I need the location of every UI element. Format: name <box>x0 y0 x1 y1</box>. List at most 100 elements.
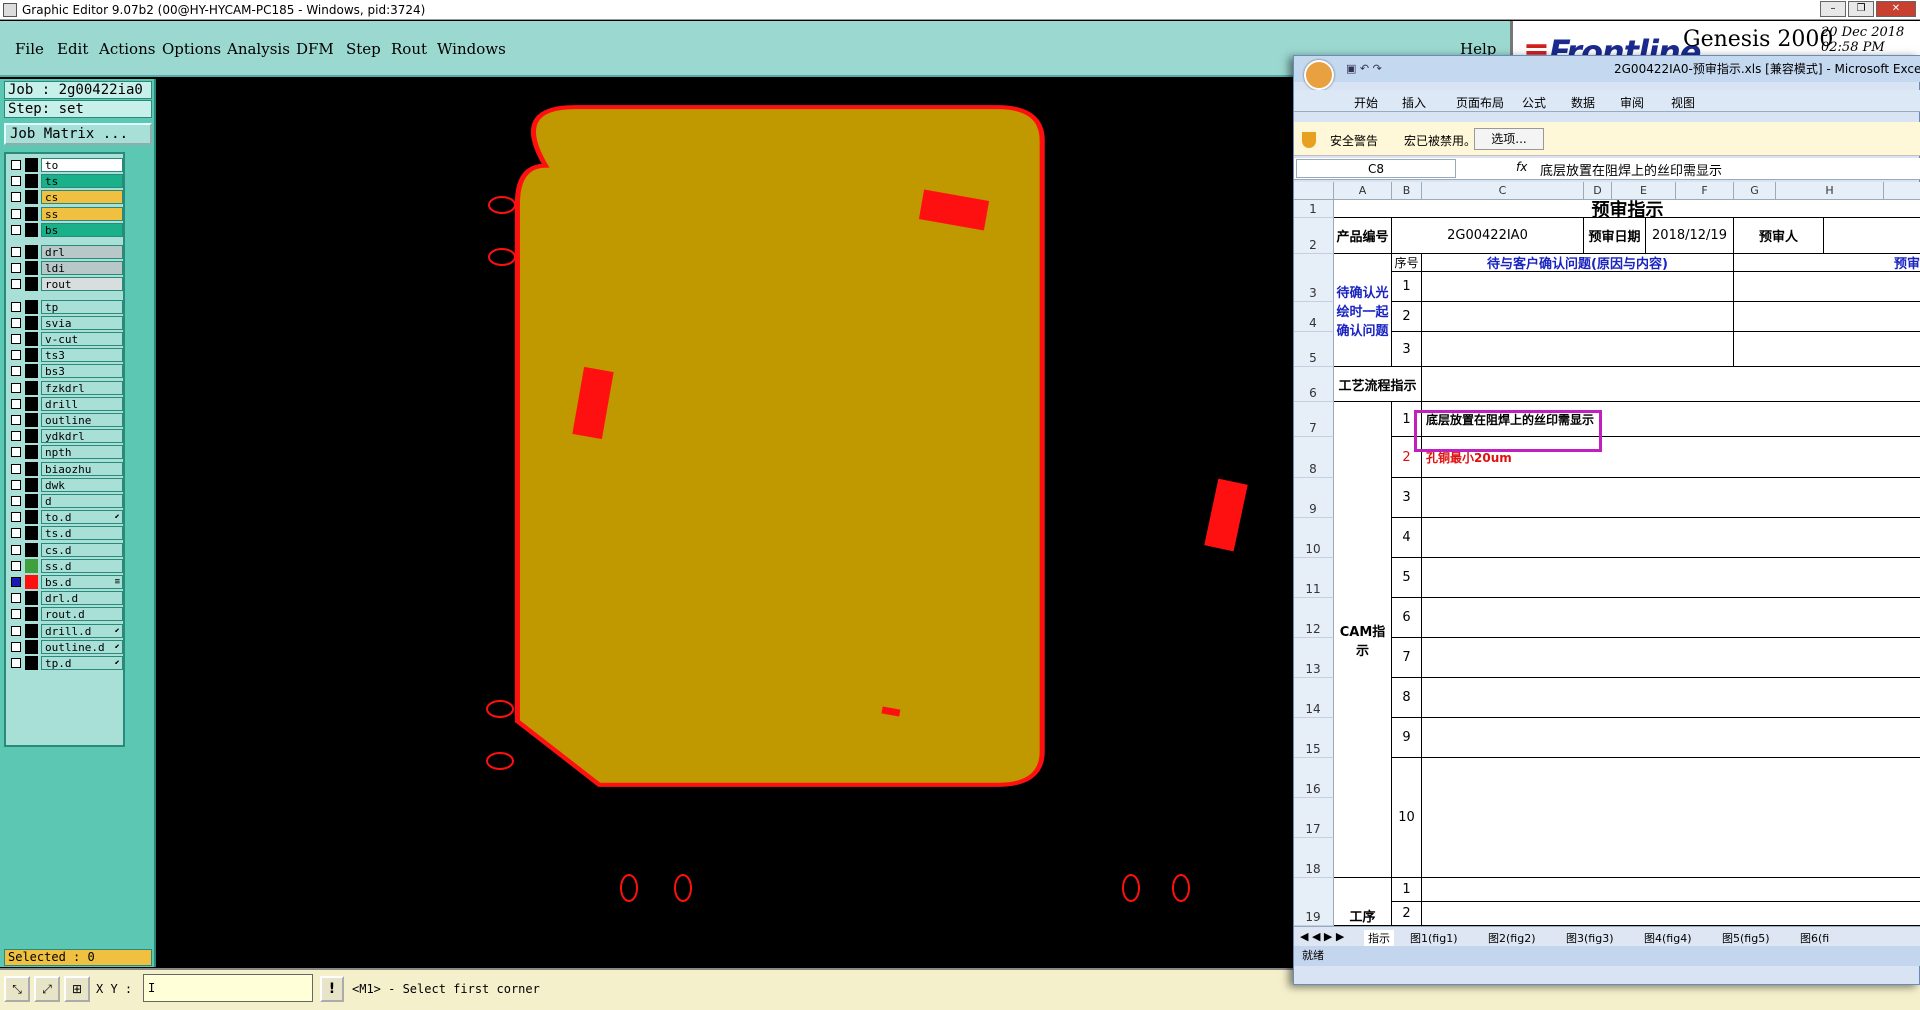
zoom-fit-icon[interactable]: ⤡ <box>4 976 30 1002</box>
product-label[interactable]: 产品编号 <box>1334 218 1392 254</box>
layer-name[interactable]: drill.d ⬋ <box>41 623 123 638</box>
layer-checkbox[interactable] <box>11 208 21 219</box>
cam-item-number[interactable]: 10 <box>1392 758 1422 878</box>
layer-row[interactable]: bs.d ≡ <box>8 575 123 589</box>
layer-row[interactable]: rout <box>8 277 123 292</box>
layer-row[interactable]: to.d ⬋ <box>8 510 123 525</box>
layer-row[interactable]: ydkdrl <box>8 429 123 444</box>
layer-color-swatch[interactable] <box>25 396 38 411</box>
layer-name[interactable]: outline <box>41 413 123 427</box>
ribbon-tab[interactable]: 审阅 <box>1620 94 1644 111</box>
layer-checkbox[interactable] <box>11 224 21 235</box>
layer-row[interactable]: biaozhu <box>8 461 123 476</box>
sheet-tab[interactable]: 图5(fig5) <box>1722 930 1770 946</box>
cam-item-text[interactable] <box>1422 598 1920 638</box>
ribbon-tab[interactable]: 页面布局 <box>1456 94 1504 111</box>
layer-name[interactable]: ts.d <box>41 526 123 541</box>
options-button[interactable]: 选项... <box>1474 128 1544 150</box>
layer-checkbox[interactable] <box>11 192 21 203</box>
column-header[interactable]: B <box>1392 182 1422 200</box>
layer-name[interactable]: tp <box>41 299 123 314</box>
layer-checkbox[interactable] <box>11 350 21 361</box>
row-header[interactable]: 19 <box>1294 878 1334 926</box>
cam-label[interactable]: CAM指示 <box>1334 402 1392 878</box>
process-cell[interactable] <box>1422 367 1920 402</box>
menu-analysis[interactable]: Analysis <box>227 40 290 58</box>
job-matrix-button[interactable]: Job Matrix ... <box>4 123 152 145</box>
ribbon-tab[interactable]: 视图 <box>1671 94 1695 111</box>
cam-item-text[interactable] <box>1422 678 1920 718</box>
sheet-title[interactable]: 预审指示 <box>1334 200 1920 218</box>
layer-checkbox[interactable] <box>11 512 21 523</box>
layer-checkbox[interactable] <box>11 658 21 668</box>
menu-file[interactable]: File <box>15 40 44 58</box>
layer-color-swatch[interactable] <box>25 277 38 292</box>
menu-options[interactable]: Options <box>162 40 221 58</box>
process2-label[interactable]: 工序 <box>1334 878 1392 926</box>
row-header[interactable]: 12 <box>1294 598 1334 638</box>
ribbon-tab[interactable]: 开始 <box>1354 94 1378 111</box>
layer-color-swatch[interactable] <box>25 158 38 172</box>
column-header[interactable]: D <box>1584 182 1612 200</box>
layer-checkbox[interactable] <box>11 366 21 377</box>
layer-checkbox[interactable] <box>11 301 21 312</box>
layer-row[interactable]: dwk <box>8 477 123 492</box>
layer-checkbox[interactable] <box>11 641 21 652</box>
review-cell[interactable] <box>1734 332 1920 367</box>
layer-color-swatch[interactable] <box>25 348 38 363</box>
layer-name[interactable]: bs3 <box>41 364 123 379</box>
cam-item-number[interactable]: 3 <box>1392 478 1422 518</box>
layer-name[interactable]: dwk <box>41 477 123 492</box>
menu-rout[interactable]: Rout <box>391 40 427 58</box>
reviewer-label[interactable]: 预审人 <box>1734 218 1824 254</box>
issue-cell[interactable] <box>1422 272 1734 302</box>
layer-color-swatch[interactable] <box>25 332 38 346</box>
row-header[interactable]: 3 <box>1294 254 1334 302</box>
sheet-nav-icon[interactable]: ◀ ◀ ▶ ▶ <box>1300 930 1344 943</box>
zoom-area-icon[interactable]: ⤢ <box>34 976 60 1002</box>
close-button[interactable]: ✕ <box>1876 1 1916 17</box>
spreadsheet-grid[interactable]: A B C D E F G H 1 2 3 4 5 6 7 8 9 10 11 12 13 14 15 16 17 18 19 预审指… <box>1294 182 1920 926</box>
cam-item-number[interactable]: 9 <box>1392 718 1422 758</box>
layer-color-swatch[interactable] <box>25 190 38 205</box>
layer-checkbox[interactable] <box>11 415 21 425</box>
issue-cell[interactable] <box>1422 332 1734 367</box>
layer-name[interactable]: ss.d <box>41 558 123 573</box>
layer-checkbox[interactable] <box>11 463 21 474</box>
layer-checkbox[interactable] <box>11 560 21 571</box>
layer-row[interactable]: outline.d ⬋ <box>8 639 123 654</box>
layer-color-swatch[interactable] <box>25 299 38 314</box>
layer-checkbox[interactable] <box>11 247 21 257</box>
issue-header[interactable]: 待与客户确认问题(原因与内容) <box>1422 254 1734 272</box>
layer-checkbox[interactable] <box>11 528 21 539</box>
row-header[interactable]: 2 <box>1294 218 1334 254</box>
layer-name[interactable]: biaozhu <box>41 461 123 476</box>
review-cell[interactable] <box>1734 272 1920 302</box>
cam-item-number[interactable]: 4 <box>1392 518 1422 558</box>
review-header[interactable]: 预审 <box>1734 254 1920 272</box>
layer-row[interactable]: to <box>8 158 123 172</box>
layer-color-swatch[interactable] <box>25 445 38 460</box>
layer-color-swatch[interactable] <box>25 380 38 395</box>
xy-input[interactable]: I <box>143 974 313 1002</box>
layer-checkbox[interactable] <box>11 176 21 187</box>
review-date-label[interactable]: 预审日期 <box>1584 218 1646 254</box>
cam-item-text[interactable] <box>1422 718 1920 758</box>
ribbon-tab[interactable]: 数据 <box>1571 94 1595 111</box>
menu-dfm[interactable]: DFM <box>296 40 334 58</box>
layer-row[interactable]: drl <box>8 245 123 259</box>
cam-item-text[interactable] <box>1422 638 1920 678</box>
layer-name[interactable]: ts <box>41 174 123 189</box>
row-header[interactable]: 1 <box>1294 200 1334 218</box>
layer-row[interactable]: bs <box>8 222 123 237</box>
row-header[interactable]: 5 <box>1294 332 1334 367</box>
column-header[interactable]: F <box>1676 182 1734 200</box>
row-header[interactable]: 15 <box>1294 718 1334 758</box>
layer-checkbox[interactable] <box>11 609 21 620</box>
cam-item-text[interactable] <box>1422 558 1920 598</box>
layer-color-swatch[interactable] <box>25 222 38 237</box>
ribbon-tab[interactable]: 插入 <box>1402 94 1426 111</box>
layer-color-swatch[interactable] <box>25 526 38 541</box>
layer-name[interactable]: rout.d <box>41 607 123 622</box>
undo-icon[interactable]: ↶ <box>1360 62 1369 75</box>
